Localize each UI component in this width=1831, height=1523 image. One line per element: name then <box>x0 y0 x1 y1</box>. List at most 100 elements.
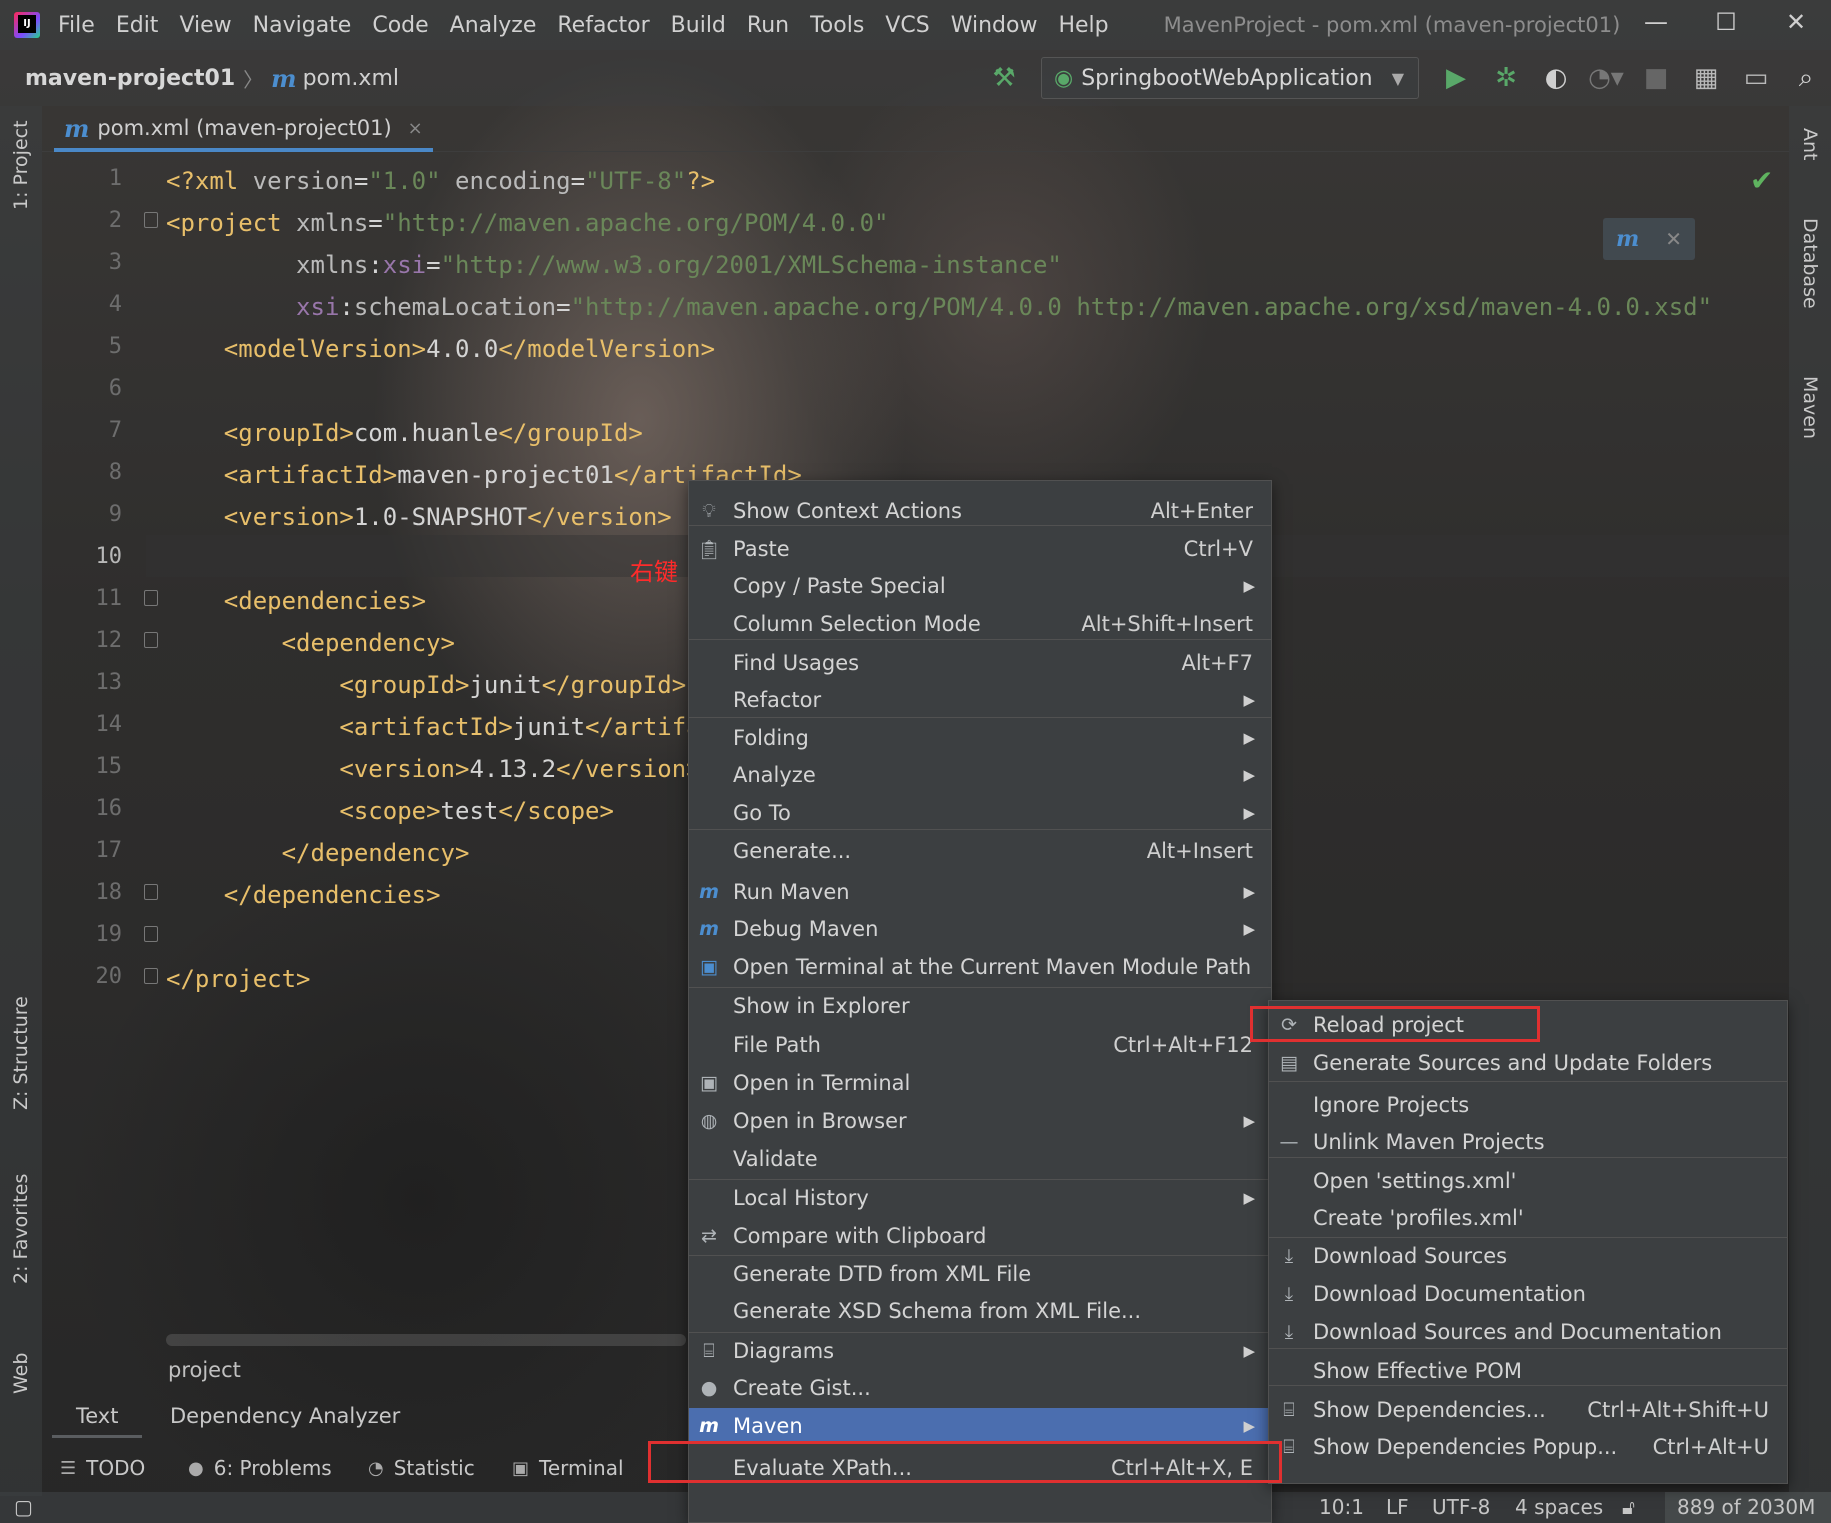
toolwindow-statistic[interactable]: ◔ Statistic <box>368 1446 475 1490</box>
close-window-button[interactable]: ✕ <box>1761 0 1831 44</box>
menu-item-create-profiles-xml[interactable]: Create 'profiles.xml' <box>1269 1200 1787 1236</box>
menu-item-debug-maven[interactable]: m Debug Maven ▶ <box>689 911 1271 947</box>
menu-item-file-path[interactable]: File Path Ctrl+Alt+F12 <box>689 1027 1271 1063</box>
minimize-button[interactable]: — <box>1621 0 1691 44</box>
caret-position[interactable]: 10:1 <box>1319 1492 1364 1523</box>
maximize-button[interactable]: ☐ <box>1691 0 1761 44</box>
menu-item-paste[interactable]: 📋︎ Paste Ctrl+V <box>689 531 1271 567</box>
tab-maven[interactable]: Maven <box>1799 376 1821 439</box>
menu-window[interactable]: Window <box>951 13 1038 38</box>
menu-analyze[interactable]: Analyze <box>450 13 537 38</box>
menu-item-unlink-maven-projects[interactable]: — Unlink Maven Projects <box>1269 1124 1787 1160</box>
code-token: junit <box>469 671 542 699</box>
menu-item-open-terminal-at-the-current-maven-module-path[interactable]: ▣ Open Terminal at the Current Maven Modu… <box>689 949 1271 985</box>
toolwindow-problems[interactable]: ● 6: Problems <box>188 1446 332 1490</box>
menu-file[interactable]: File <box>58 13 95 38</box>
menu-item-open-in-terminal[interactable]: ▣ Open in Terminal <box>689 1065 1271 1101</box>
tab-project[interactable]: 1: Project <box>10 120 32 210</box>
coverage-icon[interactable]: ◐ <box>1531 58 1581 98</box>
lock-icon[interactable]: 🔓︎ <box>1622 1492 1635 1523</box>
maven-reload-icon[interactable]: m <box>1616 226 1639 252</box>
menu-item-find-usages[interactable]: Find Usages Alt+F7 <box>689 645 1271 681</box>
line-separator[interactable]: LF <box>1386 1492 1409 1523</box>
menu-navigate[interactable]: Navigate <box>253 13 352 38</box>
menu-item-maven[interactable]: m Maven ▶ <box>689 1408 1271 1444</box>
menu-item-show-dependencies[interactable]: ⌸ Show Dependencies... Ctrl+Alt+Shift+U <box>1269 1392 1787 1428</box>
menu-item-compare-with-clipboard[interactable]: ⇄ Compare with Clipboard <box>689 1218 1271 1254</box>
menu-item-show-context-actions[interactable]: 💡︎ Show Context Actions Alt+Enter <box>689 493 1271 529</box>
run-configuration-select[interactable]: ◉ SpringbootWebApplication ▼ <box>1041 57 1419 99</box>
close-tab-icon[interactable]: × <box>408 118 423 139</box>
horizontal-scrollbar[interactable] <box>166 1334 686 1346</box>
menu-item-refactor[interactable]: Refactor ▶ <box>689 682 1271 718</box>
menu-item-label: Generate XSD Schema from XML File... <box>733 1299 1142 1323</box>
menu-tools[interactable]: Tools <box>810 13 864 38</box>
menu-item-diagrams[interactable]: ⌸ Diagrams ▶ <box>689 1333 1271 1369</box>
breadcrumb-file[interactable]: pom.xml <box>303 66 399 91</box>
tab-dependency-analyzer[interactable]: Dependency Analyzer <box>146 1396 424 1438</box>
menu-item-folding[interactable]: Folding ▶ <box>689 720 1271 756</box>
project-structure-icon[interactable]: ▦ <box>1681 58 1731 98</box>
menu-item-generate[interactable]: Generate... Alt+Insert <box>689 833 1271 869</box>
menu-item-create-gist[interactable]: ● Create Gist... <box>689 1370 1271 1406</box>
tab-web[interactable]: Web <box>10 1353 32 1394</box>
menu-item-download-documentation[interactable]: ⤓ Download Documentation <box>1269 1276 1787 1312</box>
menu-item-generate-xsd-schema-from-xml-file[interactable]: Generate XSD Schema from XML File... <box>689 1293 1271 1329</box>
fold-marker-icon[interactable] <box>144 884 158 900</box>
fold-marker-icon[interactable] <box>144 590 158 606</box>
menu-item-column-selection-mode[interactable]: Column Selection Mode Alt+Shift+Insert <box>689 606 1271 642</box>
menu-view[interactable]: View <box>179 13 231 38</box>
menu-item-download-sources[interactable]: ⤓ Download Sources <box>1269 1238 1787 1274</box>
menu-run[interactable]: Run <box>747 13 789 38</box>
menu-item-download-sources-and-documentation[interactable]: ⤓ Download Sources and Documentation <box>1269 1314 1787 1350</box>
fold-marker-icon[interactable] <box>144 632 158 648</box>
tab-favorites[interactable]: 2: Favorites <box>10 1174 32 1284</box>
menu-refactor[interactable]: Refactor <box>557 13 649 38</box>
menu-item-ignore-projects[interactable]: Ignore Projects <box>1269 1087 1787 1123</box>
menu-help[interactable]: Help <box>1058 13 1108 38</box>
line-number-active: 10 <box>95 544 123 569</box>
menu-item-open-settings-xml[interactable]: Open 'settings.xml' <box>1269 1163 1787 1199</box>
run-icon[interactable]: ▶ <box>1431 58 1481 98</box>
toolwindow-todo[interactable]: ☰ TODO <box>60 1446 145 1490</box>
fold-marker-icon[interactable] <box>144 926 158 942</box>
close-icon[interactable]: ✕ <box>1665 227 1682 251</box>
toolwindow-terminal[interactable]: ▣ Terminal <box>512 1446 624 1490</box>
menu-item-show-in-explorer[interactable]: Show in Explorer <box>689 988 1271 1024</box>
menu-build[interactable]: Build <box>671 13 726 38</box>
menu-item-analyze[interactable]: Analyze ▶ <box>689 757 1271 793</box>
menu-edit[interactable]: Edit <box>116 13 159 38</box>
file-encoding[interactable]: UTF-8 <box>1432 1492 1490 1523</box>
menu-item-open-in-browser[interactable]: ◍ Open in Browser ▶ <box>689 1103 1271 1139</box>
tab-database[interactable]: Database <box>1799 218 1821 309</box>
presentation-icon[interactable]: ▭ <box>1731 58 1781 98</box>
debug-icon[interactable]: ✲ <box>1481 58 1531 98</box>
fold-marker-icon[interactable] <box>144 968 158 984</box>
menu-item-copy-paste-special[interactable]: Copy / Paste Special ▶ <box>689 568 1271 604</box>
menu-item-generate-sources-and-update-folders[interactable]: ▤ Generate Sources and Update Folders <box>1269 1045 1787 1081</box>
menu-item-generate-dtd-from-xml-file[interactable]: Generate DTD from XML File <box>689 1256 1271 1292</box>
code-token: <groupId> <box>166 671 470 699</box>
menu-item-go-to[interactable]: Go To ▶ <box>689 795 1271 831</box>
profile-icon[interactable]: ◔▾ <box>1581 58 1631 98</box>
search-icon[interactable]: ⌕ <box>1781 58 1831 98</box>
tab-ant[interactable]: Ant <box>1799 128 1821 161</box>
menu-item-local-history[interactable]: Local History ▶ <box>689 1180 1271 1216</box>
fold-marker-icon[interactable] <box>144 212 158 228</box>
menu-code[interactable]: Code <box>372 13 428 38</box>
indent-setting[interactable]: 4 spaces <box>1515 1492 1603 1523</box>
editor-tab-pom[interactable]: m pom.xml (maven-project01) × <box>54 108 433 152</box>
menu-item-validate[interactable]: Validate <box>689 1141 1271 1177</box>
menu-item-run-maven[interactable]: m Run Maven ▶ <box>689 874 1271 910</box>
menu-item-show-dependencies-popup[interactable]: ⌸ Show Dependencies Popup... Ctrl+Alt+U <box>1269 1429 1787 1465</box>
memory-indicator[interactable]: 889 of 2030M <box>1665 1492 1831 1523</box>
breadcrumb-project[interactable]: maven-project01 <box>25 66 235 91</box>
stop-icon[interactable]: ■ <box>1631 58 1681 98</box>
tab-text[interactable]: Text <box>52 1396 143 1438</box>
menu-item-show-effective-pom[interactable]: Show Effective POM <box>1269 1353 1787 1389</box>
menu-vcs[interactable]: VCS <box>885 13 929 38</box>
tab-structure[interactable]: Z: Structure <box>10 996 32 1110</box>
xml-breadcrumb[interactable]: project <box>168 1358 241 1382</box>
layout-icon[interactable]: ▢ <box>14 1492 33 1523</box>
build-hammer-icon[interactable]: ⚒ <box>979 58 1029 98</box>
